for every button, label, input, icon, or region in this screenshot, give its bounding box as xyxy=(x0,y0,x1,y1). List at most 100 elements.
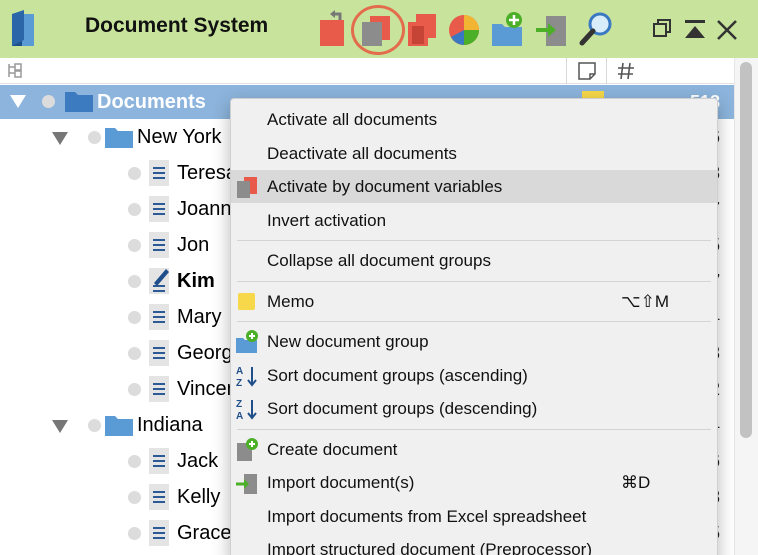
menu-item-label: Memo xyxy=(267,291,315,311)
tree-label: Indiana xyxy=(137,414,203,436)
collapse-window-icon[interactable] xyxy=(682,14,708,44)
menu-separator xyxy=(237,321,711,322)
memo-column-icon xyxy=(578,62,596,80)
expand-triangle-icon[interactable] xyxy=(52,420,68,433)
folder-icon xyxy=(104,413,134,437)
column-header-row xyxy=(0,58,734,84)
context-menu: Activate all documents Deactivate all doc… xyxy=(230,98,718,555)
menu-item-label: Collapse all document groups xyxy=(267,251,491,270)
document-icon xyxy=(148,159,170,187)
activation-dot[interactable] xyxy=(128,383,141,396)
import-document-icon xyxy=(235,471,259,495)
document-edit-icon xyxy=(148,267,170,295)
close-icon[interactable] xyxy=(714,14,740,44)
menu-item-activate-by-document-variables[interactable]: Activate by document variables xyxy=(231,170,717,203)
hash-icon xyxy=(618,62,634,80)
activation-dot[interactable] xyxy=(128,167,141,180)
menu-item-label: Activate by document variables xyxy=(267,177,503,196)
reset-activation-icon[interactable] xyxy=(316,10,352,48)
menu-item-memo[interactable]: Memo ⌥⇧M xyxy=(231,285,717,318)
menu-item-deactivate-all-documents[interactable]: Deactivate all documents xyxy=(231,137,717,170)
tree-label: Jack xyxy=(177,450,219,472)
title-bar: Document System xyxy=(0,0,758,58)
menu-item-sort-document-groups-ascending[interactable]: A Z Sort document groups (ascending) xyxy=(231,359,717,392)
menu-item-sort-document-groups-descending[interactable]: Z A Sort document groups (descending) xyxy=(231,392,717,425)
window-title: Document System xyxy=(85,14,269,37)
memo-column-header[interactable] xyxy=(566,58,606,84)
document-icon xyxy=(148,339,170,367)
document-icon xyxy=(148,195,170,223)
expand-triangle-icon[interactable] xyxy=(10,95,26,108)
pie-chart-icon[interactable] xyxy=(446,10,482,48)
menu-item-label: Create document xyxy=(267,439,398,459)
menu-item-new-document-group[interactable]: New document group xyxy=(231,325,717,358)
menu-item-import-structured-document-preprocessor[interactable]: Import structured document (Preprocessor… xyxy=(231,533,717,555)
activation-dot[interactable] xyxy=(128,347,141,360)
sort-ascending-icon: AZ xyxy=(235,364,259,389)
tree-label: Kim xyxy=(177,270,215,292)
menu-item-label: Deactivate all documents xyxy=(267,143,457,163)
activation-dot[interactable] xyxy=(128,239,141,252)
menu-separator xyxy=(237,280,711,282)
folder-icon xyxy=(65,92,93,112)
menu-item-import-document-s[interactable]: Import document(s) ⌘D xyxy=(231,466,717,499)
document-icon xyxy=(148,375,170,403)
menu-item-label: Activate all documents xyxy=(267,110,438,129)
menu-separator xyxy=(237,428,711,430)
document-icon xyxy=(148,303,170,331)
menu-item-label: Sort document groups (ascending) xyxy=(267,365,528,385)
app-logo-icon xyxy=(12,10,34,46)
menu-shortcut: ⌥⇧M xyxy=(621,291,669,311)
tree-label: Grace xyxy=(177,522,232,544)
tree-label: Documents xyxy=(97,91,206,113)
activate-variables-icon xyxy=(235,175,259,199)
svg-text:Z: Z xyxy=(236,378,242,388)
create-document-icon xyxy=(235,437,259,462)
tree-structure-icon[interactable] xyxy=(6,62,24,80)
menu-item-label: Import documents from Excel spreadsheet xyxy=(267,506,587,526)
activation-dot[interactable] xyxy=(128,203,141,216)
activation-dot[interactable] xyxy=(88,131,101,144)
menu-item-label: Sort document groups (descending) xyxy=(267,399,538,418)
expand-triangle-icon[interactable] xyxy=(52,132,68,145)
memo-icon xyxy=(235,290,259,314)
menu-item-activate-all-documents[interactable]: Activate all documents xyxy=(231,103,717,136)
activation-dot[interactable] xyxy=(128,455,141,468)
menu-shortcut: ⌘D xyxy=(621,473,651,492)
menu-item-label: New document group xyxy=(267,332,429,351)
tree-label: New York xyxy=(137,126,222,148)
import-icon[interactable] xyxy=(534,10,570,48)
new-group-icon xyxy=(235,330,259,354)
svg-text:Z: Z xyxy=(236,399,242,410)
activation-dot[interactable] xyxy=(128,311,141,324)
menu-item-label: Import structured document (Preprocessor… xyxy=(267,540,593,555)
tree-label: Kelly xyxy=(177,486,221,508)
menu-item-label: Invert activation xyxy=(267,210,387,230)
search-icon[interactable] xyxy=(578,10,614,48)
document-icon xyxy=(148,231,170,259)
menu-item-invert-activation[interactable]: Invert activation xyxy=(231,204,717,237)
activate-variables-icon[interactable] xyxy=(404,10,440,48)
menu-item-import-documents-from-excel-spreadsheet[interactable]: Import documents from Excel spreadsheet xyxy=(231,500,717,533)
document-icon xyxy=(148,447,170,475)
activation-dot[interactable] xyxy=(88,419,101,432)
activation-dot[interactable] xyxy=(128,275,141,288)
menu-item-collapse-all-document-groups[interactable]: Collapse all document groups xyxy=(231,244,717,277)
tree-label: Mary xyxy=(177,306,222,328)
activation-dot[interactable] xyxy=(128,491,141,504)
restore-window-icon[interactable] xyxy=(650,14,676,44)
document-icon xyxy=(148,519,170,547)
document-icon xyxy=(148,483,170,511)
menu-item-create-document[interactable]: Create document xyxy=(231,433,717,466)
activation-dot[interactable] xyxy=(128,527,141,540)
activation-dot[interactable] xyxy=(42,95,55,108)
highlight-ring xyxy=(351,5,405,55)
tree-label: Jon xyxy=(177,234,210,256)
new-group-icon[interactable] xyxy=(490,10,526,48)
svg-text:A: A xyxy=(236,411,243,421)
menu-item-label: Import document(s) xyxy=(267,473,415,492)
sort-descending-icon: ZA xyxy=(235,397,259,422)
count-column-header[interactable] xyxy=(606,58,734,84)
scrollbar-thumb[interactable] xyxy=(740,62,752,438)
vertical-scrollbar[interactable] xyxy=(734,58,758,555)
